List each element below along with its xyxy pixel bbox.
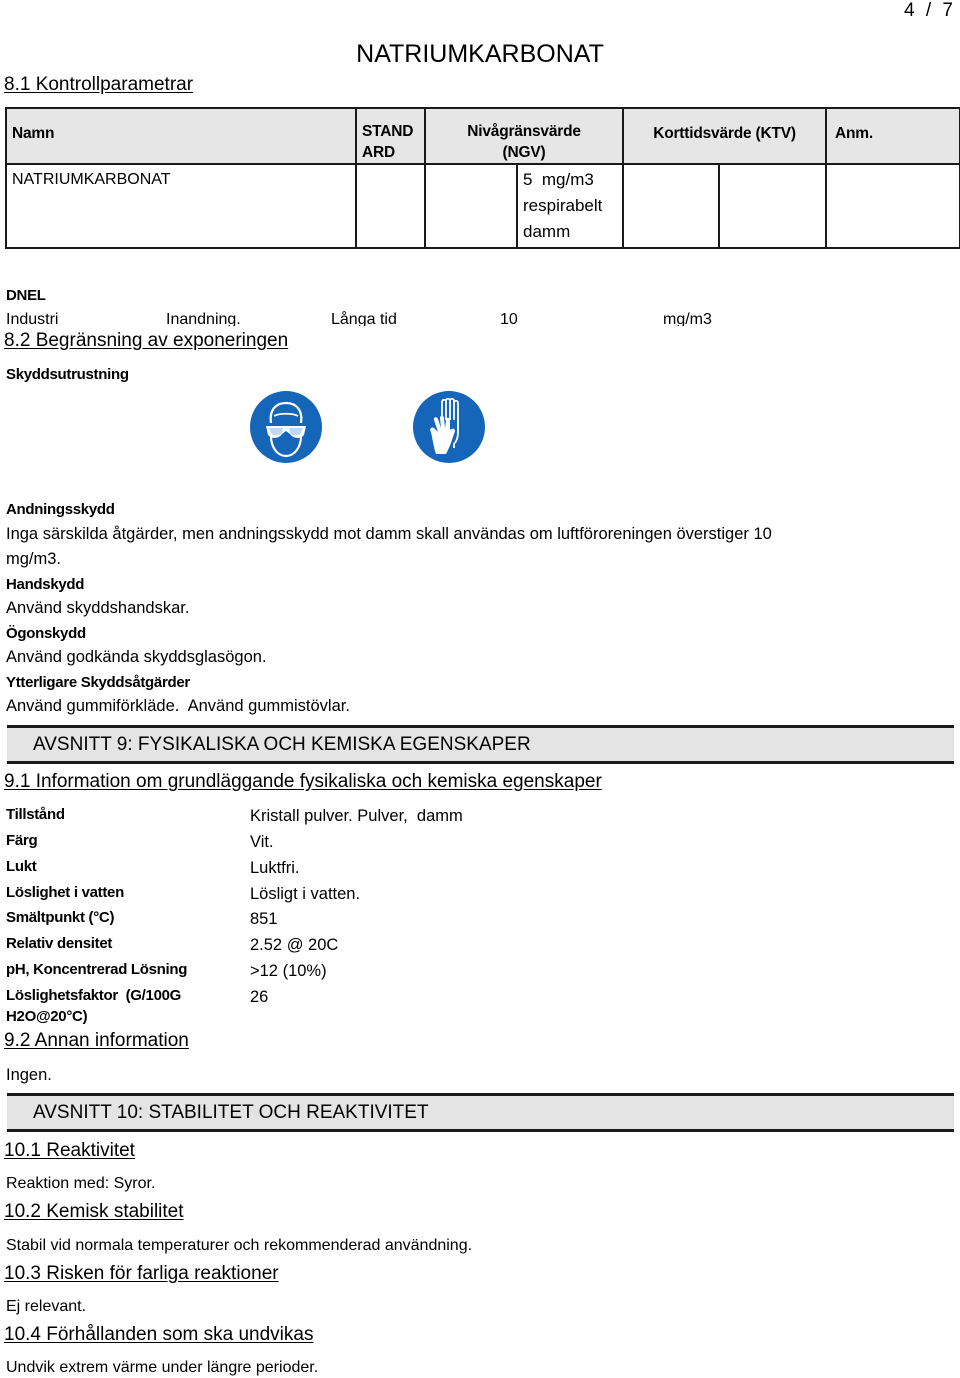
header-ngv: Nivågränsvärde (NGV)	[423, 107, 625, 165]
dnel-duration: Långa tid	[331, 311, 397, 326]
section-10-2-heading: 10.2 Kemisk stabilitet	[4, 1201, 184, 1222]
hand-protection-icon	[412, 390, 486, 464]
eye-protection-label: Ögonskydd	[6, 625, 86, 642]
property-label: Relativ densitet	[6, 935, 113, 952]
respiratory-protection-text-line1: Inga särskilda åtgärder, men andningssky…	[6, 525, 772, 543]
property-label: Löslighet i vatten	[6, 884, 124, 901]
header-standard: STAND ARD	[355, 107, 426, 165]
ngv-value-line3: damm	[523, 222, 571, 241]
additional-protection-text: Använd gummiförkläde. Använd gummistövla…	[6, 697, 350, 715]
property-label: Lukt	[6, 858, 37, 875]
hand-protection-label: Handskydd	[6, 576, 85, 593]
section-8-2-heading: 8.2 Begränsning av exponeringen	[4, 330, 289, 351]
ppe-label: Skyddsutrustning	[6, 366, 129, 383]
header-ngv-line2: (NGV)	[502, 144, 546, 161]
table-row: NATRIUMKARBONAT 5 mg/m3 respirabelt damm	[5, 163, 960, 249]
property-value: 2.52 @ 20C	[250, 936, 339, 954]
property-label-line2: H2O@20°C)	[6, 1008, 88, 1025]
page-number: 4 / 7	[904, 0, 956, 21]
section-9-1-heading: 9.1 Information om grundläggande fysikal…	[4, 771, 602, 792]
dnel-route: Inandning.	[166, 311, 241, 326]
cell-ngv-b: 5 mg/m3 respirabelt damm	[515, 163, 625, 249]
property-value: >12 (10%)	[250, 962, 327, 980]
property-value: Luktfri.	[250, 859, 300, 877]
cell-anm	[825, 163, 960, 249]
header-anm: Anm.	[825, 107, 960, 165]
respiratory-protection-label: Andningsskydd	[6, 501, 115, 518]
respiratory-protection-text-line2: mg/m3.	[6, 550, 62, 568]
property-label: Färg	[6, 832, 38, 849]
hand-protection-text: Använd skyddshandskar.	[6, 599, 190, 617]
section-10-3-text: Ej relevant.	[6, 1298, 87, 1315]
section-9-2-text: Ingen.	[6, 1066, 52, 1084]
section-10-4-heading: 10.4 Förhållanden som ska undvikas	[4, 1324, 314, 1345]
additional-protection-label: Ytterligare Skyddsåtgärder	[6, 674, 190, 691]
section-9-title: AVSNITT 9: FYSIKALISKA OCH KEMISKA EGENS…	[33, 734, 531, 755]
section-9-bar: AVSNITT 9: FYSIKALISKA OCH KEMISKA EGENS…	[7, 725, 954, 764]
header-ngv-line1: Nivågränsvärde	[467, 123, 581, 140]
section-10-4-text: Undvik extrem värme under längre periode…	[6, 1359, 319, 1376]
section-10-1-text: Reaktion med: Syror.	[6, 1175, 156, 1192]
cell-ktv-a	[622, 163, 721, 249]
document-title: NATRIUMKARBONAT	[356, 40, 604, 68]
cell-ktv-b	[718, 163, 828, 249]
dnel-unit: mg/m3	[663, 311, 712, 326]
dnel-value: 10	[500, 311, 518, 326]
section-10-title: AVSNITT 10: STABILITET OCH REAKTIVITET	[33, 1102, 429, 1123]
eye-protection-text: Använd godkända skyddsglasögon.	[6, 648, 267, 666]
ngv-value: 5 mg/m3	[523, 170, 594, 189]
dnel-label: DNEL	[6, 287, 46, 304]
ngv-value-line2: respirabelt	[523, 196, 603, 215]
property-label: Smältpunkt (°C)	[6, 909, 115, 926]
table-header-row: Namn STAND ARD Nivågränsvärde (NGV) Kortti…	[5, 107, 960, 165]
section-10-bar: AVSNITT 10: STABILITET OCH REAKTIVITET	[7, 1093, 954, 1132]
property-value: Lösligt i vatten.	[250, 885, 361, 903]
header-standard-line2: ARD	[362, 144, 395, 161]
property-value: 851	[250, 910, 278, 928]
header-standard-line1: STAND	[362, 123, 414, 140]
header-ktv: Korttidsvärde (KTV)	[622, 107, 828, 165]
dnel-sector: Industri	[6, 311, 59, 326]
property-value: Kristall pulver. Pulver, damm	[250, 807, 463, 825]
section-9-2-heading: 9.2 Annan information	[4, 1030, 189, 1051]
property-label: Tillstånd	[6, 806, 65, 823]
section-10-1-heading: 10.1 Reaktivitet	[4, 1140, 135, 1161]
cell-ngv-a	[424, 163, 518, 249]
dnel-row: Industri Inandning. Långa tid 10 mg/m3	[0, 310, 960, 326]
property-label: Löslighetsfaktor (G/100G	[6, 987, 182, 1004]
cell-name: NATRIUMKARBONAT	[5, 163, 357, 249]
section-10-2-text: Stabil vid normala temperaturer och reko…	[6, 1237, 473, 1254]
property-value: Vit.	[250, 833, 274, 851]
property-label: pH, Koncentrerad Lösning	[6, 961, 188, 978]
header-name: Namn	[5, 107, 357, 165]
eye-protection-icon	[249, 390, 323, 464]
cell-standard	[355, 163, 426, 249]
property-value: 26	[250, 988, 269, 1006]
section-8-1-heading: 8.1 Kontrollparametrar	[4, 74, 194, 95]
section-10-3-heading: 10.3 Risken för farliga reaktioner	[4, 1263, 279, 1284]
exposure-limits-table: Namn STAND ARD Nivågränsvärde (NGV) Kortti…	[5, 107, 960, 249]
